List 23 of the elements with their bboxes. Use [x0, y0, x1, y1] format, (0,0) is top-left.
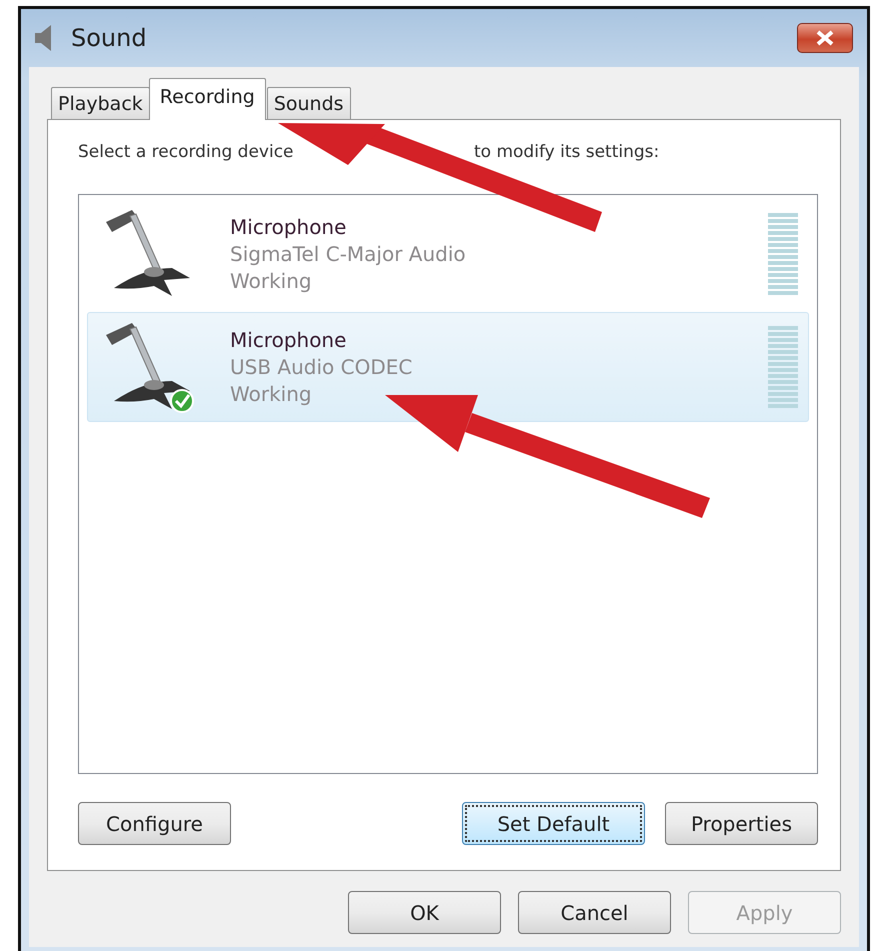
dialog-button[interactable]: OK	[348, 891, 501, 934]
device-description: USB Audio CODEC	[230, 354, 414, 380]
level-meter-icon	[768, 326, 798, 408]
device-description: SigmaTel C-Major Audio	[230, 240, 467, 268]
tab[interactable]: Sounds	[266, 87, 351, 119]
close-button[interactable]	[797, 23, 853, 53]
dialog-button[interactable]: Cancel	[518, 891, 671, 934]
instruction-text: Select a recording device	[78, 142, 295, 162]
device-name: Microphone	[230, 326, 348, 354]
dialog-button[interactable]: Set Default	[462, 802, 645, 845]
tab[interactable]: Recording	[148, 78, 266, 120]
device-row[interactable]: Microphone USB Audio CODEC Working	[87, 312, 809, 422]
device-status: Working	[230, 268, 313, 294]
device-row[interactable]: Microphone SigmaTel C-Major Audio Working	[87, 199, 809, 309]
dialog-button[interactable]: Properties	[665, 802, 818, 845]
window-title: Sound	[71, 24, 148, 52]
close-icon	[814, 30, 836, 46]
dialog-button[interactable]: Configure	[78, 802, 231, 845]
instruction-text: to modify its settings:	[474, 142, 660, 162]
device-status: Working	[230, 380, 313, 408]
tab[interactable]: Playback	[51, 87, 150, 119]
level-meter-icon	[768, 213, 798, 295]
device-name: Microphone	[230, 214, 348, 240]
